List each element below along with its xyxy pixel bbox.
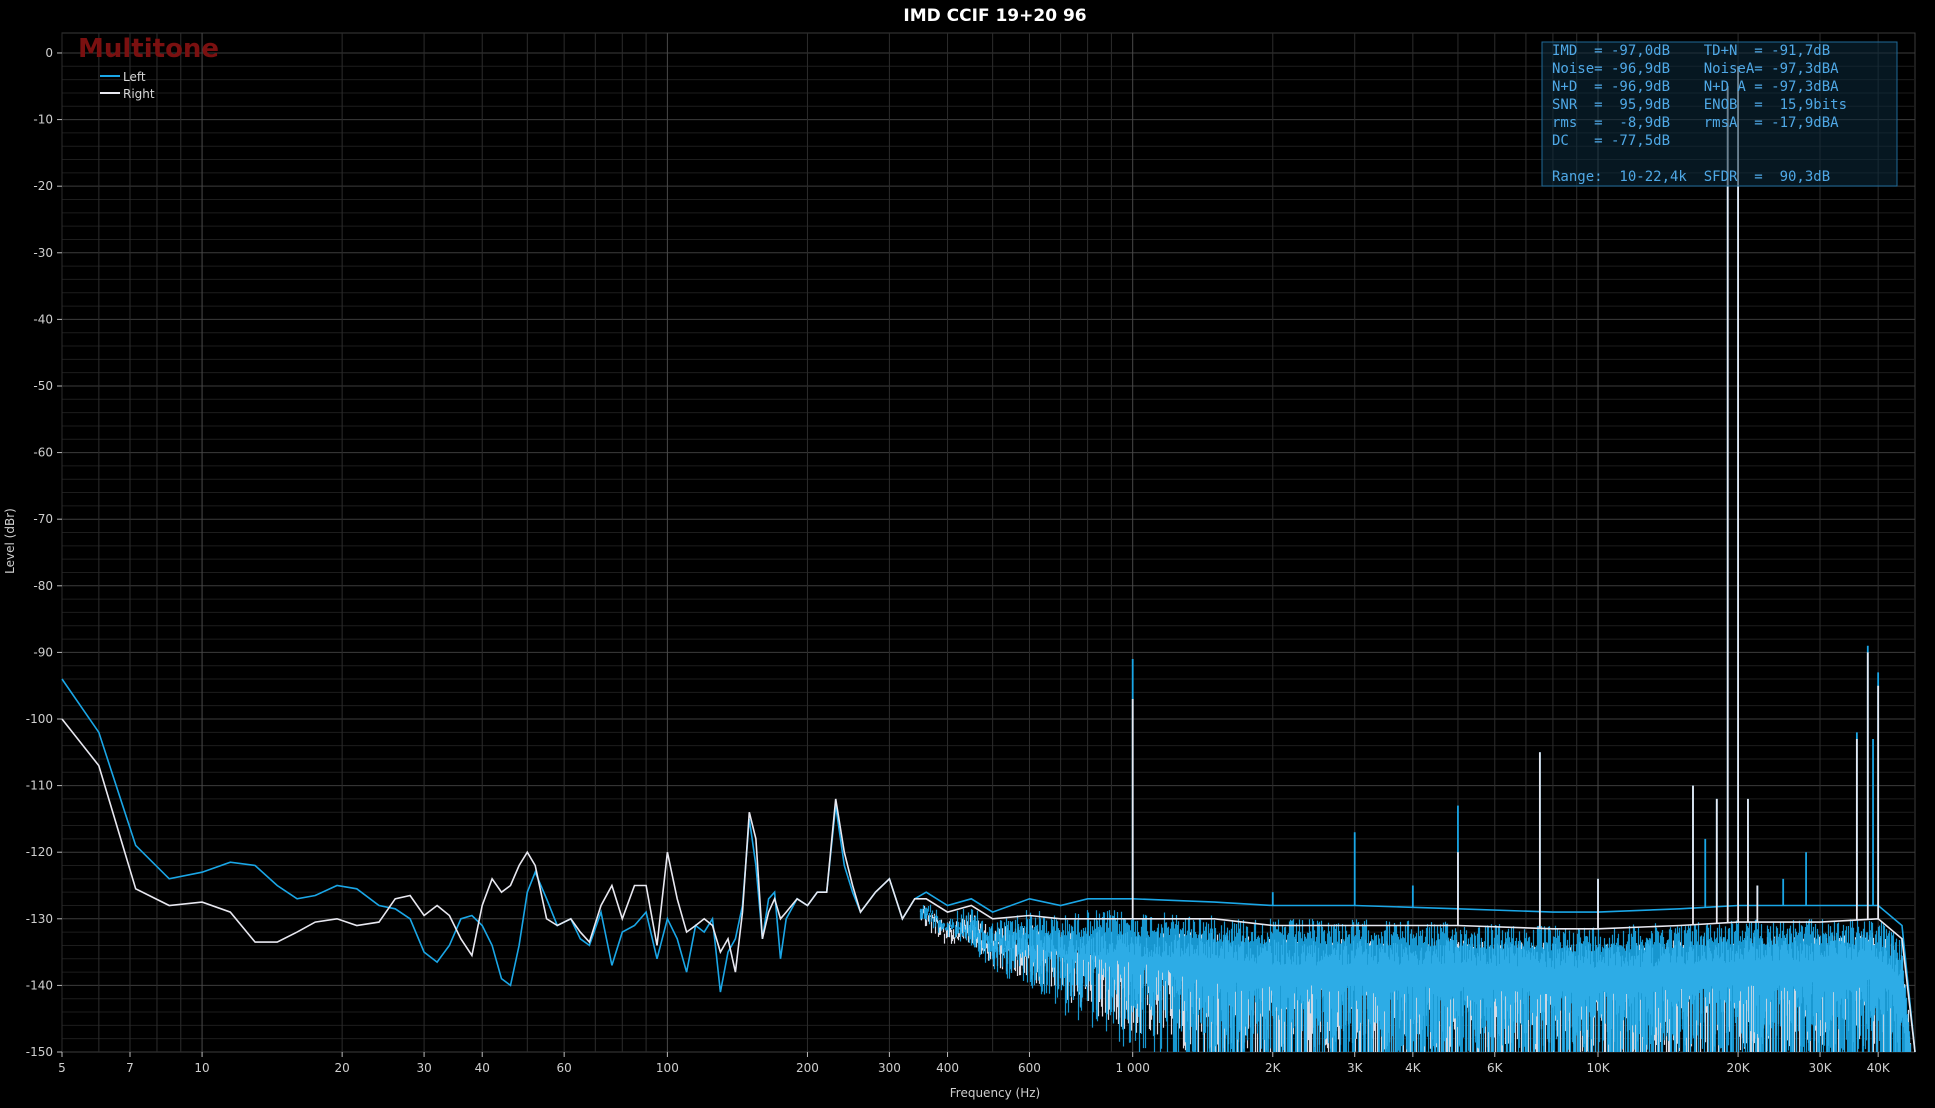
- y-tick-label: -140: [26, 978, 53, 992]
- x-tick-label: 4K: [1405, 1061, 1422, 1075]
- y-tick-label: -60: [33, 446, 53, 460]
- legend-label-right: Right: [123, 87, 155, 101]
- x-tick-label: 10: [194, 1061, 209, 1075]
- y-tick-label: -30: [33, 246, 53, 260]
- legend-label-left: Left: [123, 70, 146, 84]
- stats-line: SNR = 95,9dB ENOB = 15,9bits: [1552, 97, 1847, 113]
- y-tick-label: -50: [33, 379, 53, 393]
- stats-box: IMD = -97,0dB TD+N = -91,7dB Noise= -96,9…: [1541, 41, 1898, 187]
- y-tick-label: 0: [45, 46, 53, 60]
- y-tick-label: -80: [33, 579, 53, 593]
- y-tick-label: -110: [26, 779, 53, 793]
- x-tick-label: 60: [557, 1061, 572, 1075]
- x-tick-label: 400: [936, 1061, 959, 1075]
- x-tick-label: 100: [656, 1061, 679, 1075]
- stats-line: Noise= -96,9dB NoiseA= -97,3dBA: [1552, 61, 1839, 77]
- chart-svg: IMD CCIF 19+20 96 5 7 10 20 30 40 60 100 200 300 4…: [0, 0, 1935, 1108]
- x-tick-label: 7: [126, 1061, 134, 1075]
- chart-title: IMD CCIF 19+20 96: [903, 6, 1086, 26]
- y-tick-label: -10: [33, 113, 53, 127]
- y-tick-label: -150: [26, 1045, 53, 1059]
- x-tick-label: 30: [416, 1061, 431, 1075]
- y-tick-label: -130: [26, 912, 53, 926]
- brand-watermark: Multitone: [78, 34, 219, 64]
- y-tick-label: -40: [33, 312, 53, 326]
- x-tick-label: 20K: [1727, 1061, 1751, 1075]
- x-tick-label: 6K: [1487, 1061, 1504, 1075]
- x-tick-label: 20: [335, 1061, 350, 1075]
- x-tick-label: 40: [475, 1061, 490, 1075]
- x-tick-label: 300: [878, 1061, 901, 1075]
- x-tick-label: 600: [1018, 1061, 1041, 1075]
- x-axis-label: Frequency (Hz): [950, 1086, 1041, 1100]
- x-tick-label: 3K: [1347, 1061, 1364, 1075]
- y-tick-label: -100: [26, 712, 53, 726]
- x-tick-label: 2K: [1265, 1061, 1282, 1075]
- stats-line: DC = -77,5dB: [1552, 133, 1670, 149]
- y-tick-label: -120: [26, 845, 53, 859]
- x-tick-label: 40K: [1867, 1061, 1891, 1075]
- x-tick-label: 5: [58, 1061, 66, 1075]
- stats-line: N+D = -96,9dB N+D A = -97,3dBA: [1552, 79, 1839, 95]
- y-tick-label: -90: [33, 645, 53, 659]
- y-axis-label: Level (dBr): [3, 508, 17, 574]
- x-tick-label: 30K: [1808, 1061, 1832, 1075]
- x-tick-label: 200: [796, 1061, 819, 1075]
- y-tick-label: -70: [33, 512, 53, 526]
- stats-line: Range: 10-22,4k SFDR = 90,3dB: [1552, 169, 1830, 185]
- stats-line: IMD = -97,0dB TD+N = -91,7dB: [1552, 43, 1830, 59]
- y-tick-label: -20: [33, 179, 53, 193]
- x-tick-label: 1 000: [1116, 1061, 1150, 1075]
- x-tick-label: 10K: [1586, 1061, 1610, 1075]
- stats-line: rms = -8,9dB rmsA = -17,9dBA: [1552, 115, 1839, 131]
